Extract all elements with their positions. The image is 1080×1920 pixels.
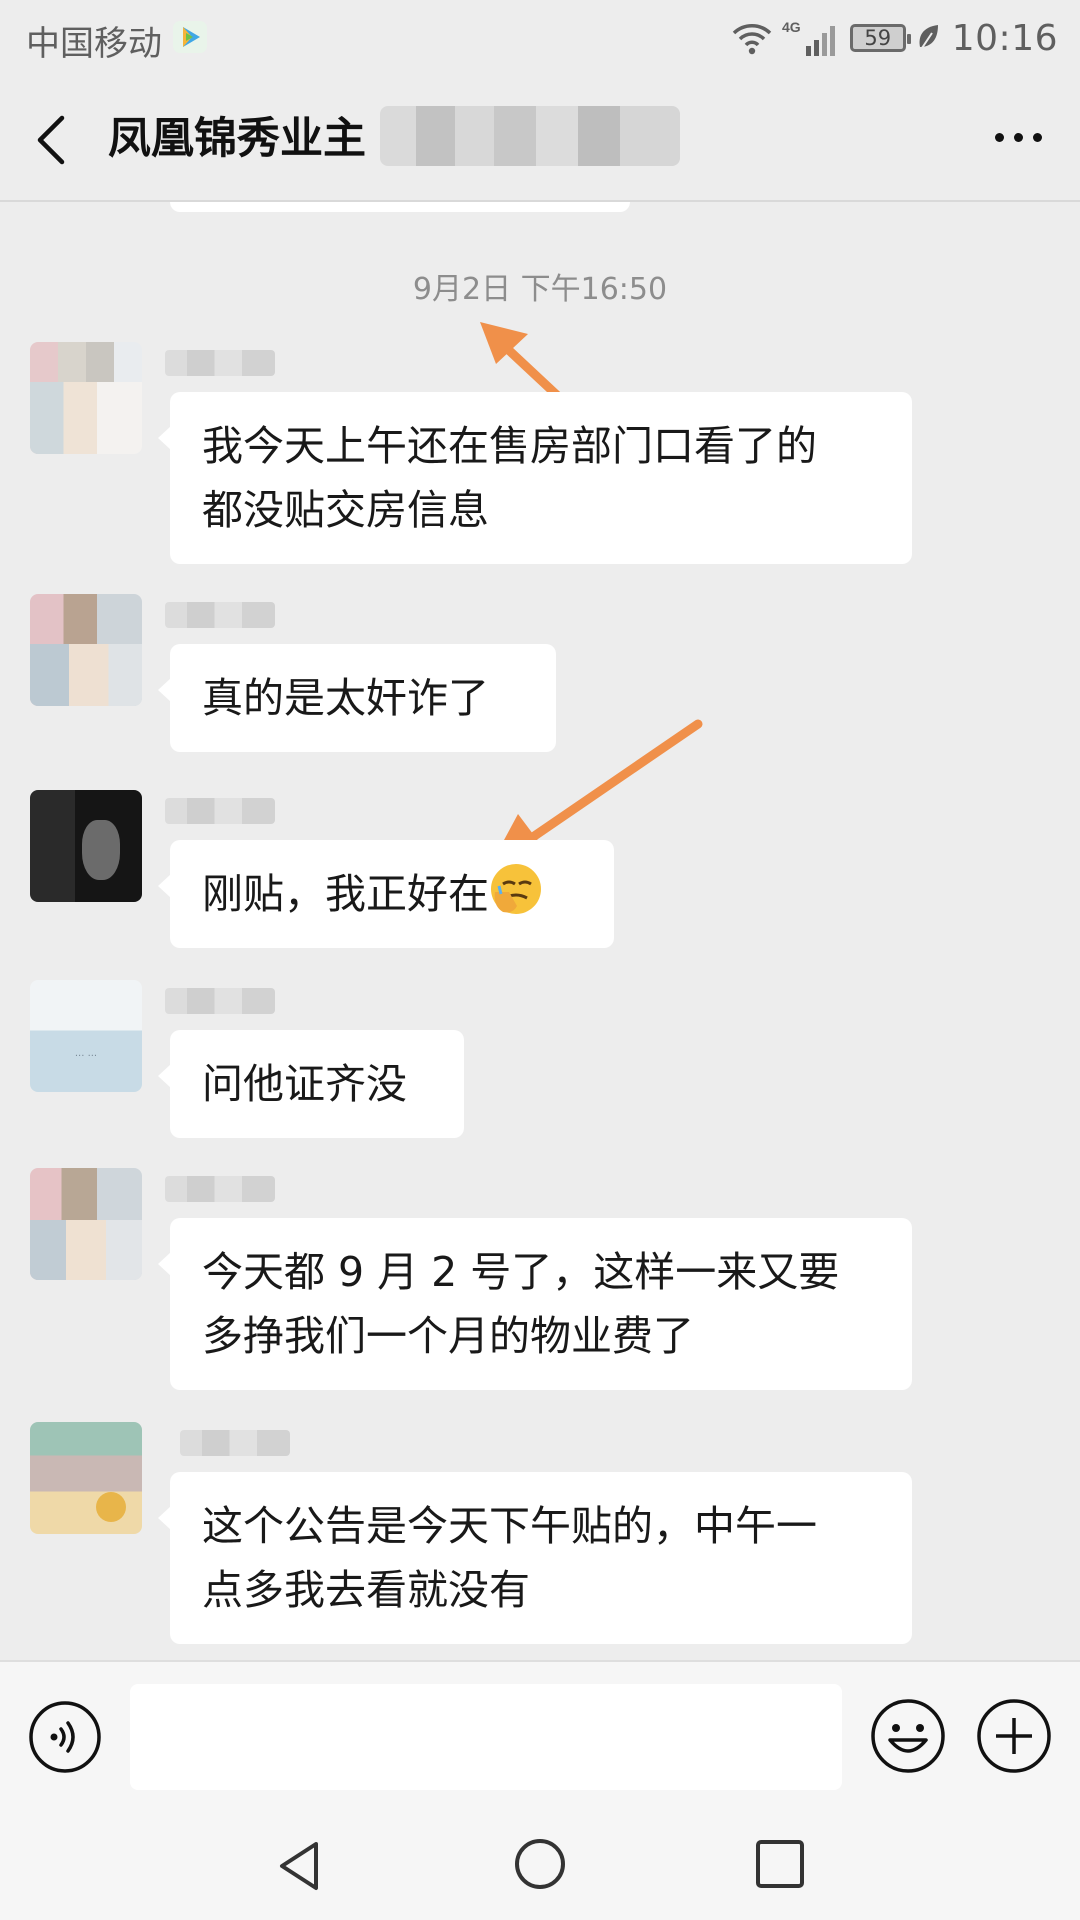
more-icon[interactable] — [988, 122, 1048, 152]
message-timestamp: 9月2日 下午16:50 — [412, 272, 668, 307]
sender-name-blurred — [180, 1430, 290, 1456]
message-input[interactable] — [130, 1684, 842, 1790]
nav-back-icon[interactable] — [270, 1836, 330, 1896]
message-bubble[interactable]: 刚贴，我正好在 — [158, 840, 614, 948]
message-text: 刚贴，我正好在 — [202, 870, 489, 918]
input-bar — [0, 1660, 1080, 1812]
back-arrow-icon[interactable] — [28, 110, 78, 170]
leaf-icon — [918, 25, 938, 52]
voice-icon[interactable] — [28, 1700, 102, 1774]
avatar[interactable] — [30, 1168, 142, 1280]
system-nav-bar — [0, 1810, 1080, 1920]
message-bubble[interactable]: 我今天上午还在售房部门口看了的 都没贴交房信息 — [158, 392, 912, 564]
status-bar: 中国移动 4G 59 10:16 — [0, 0, 1080, 76]
video-app-icon — [173, 21, 207, 53]
sender-name-blurred — [165, 1176, 275, 1202]
avatar[interactable] — [30, 790, 142, 902]
network-type: 4G — [782, 19, 801, 35]
plus-icon[interactable] — [976, 1698, 1052, 1774]
signal-4g-icon: 4G — [782, 19, 835, 56]
clock: 10:16 — [951, 17, 1058, 59]
avatar[interactable]: ··· ··· — [30, 980, 142, 1092]
nav-home-icon[interactable] — [510, 1834, 570, 1894]
sender-name-blurred — [165, 602, 275, 628]
sender-name-blurred — [165, 350, 275, 376]
chat-title: 凤凰锦秀业主 — [108, 114, 366, 164]
avatar[interactable] — [30, 594, 142, 706]
wifi-icon — [732, 24, 771, 55]
avatar[interactable] — [30, 1422, 142, 1534]
message-bubble[interactable]: 今天都 9 月 2 号了，这样一来又要 多挣我们一个月的物业费了 — [158, 1218, 912, 1390]
avatar[interactable] — [30, 342, 142, 454]
carrier-name: 中国移动 — [26, 24, 162, 64]
previous-message-bubble[interactable] — [170, 202, 630, 212]
nav-recent-icon[interactable] — [752, 1836, 808, 1892]
message-bubble[interactable]: 问他证齐没 — [158, 1030, 464, 1138]
sender-name-blurred — [165, 798, 275, 824]
sender-name-blurred — [165, 988, 275, 1014]
title-blurred-region — [380, 106, 680, 166]
emoji-icon[interactable] — [870, 1698, 946, 1774]
message-bubble[interactable]: 这个公告是今天下午贴的，中午一 点多我去看就没有 — [158, 1472, 912, 1644]
chat-header: 凤凰锦秀业主 — [0, 76, 1080, 202]
chat-area[interactable]: 9月2日 下午16:50 我今天上午还在售房部门口看了的 都没贴交房信息 真的是… — [0, 202, 1080, 1660]
battery-icon: 59 — [849, 24, 911, 52]
facepalm-emoji-icon — [491, 864, 541, 914]
